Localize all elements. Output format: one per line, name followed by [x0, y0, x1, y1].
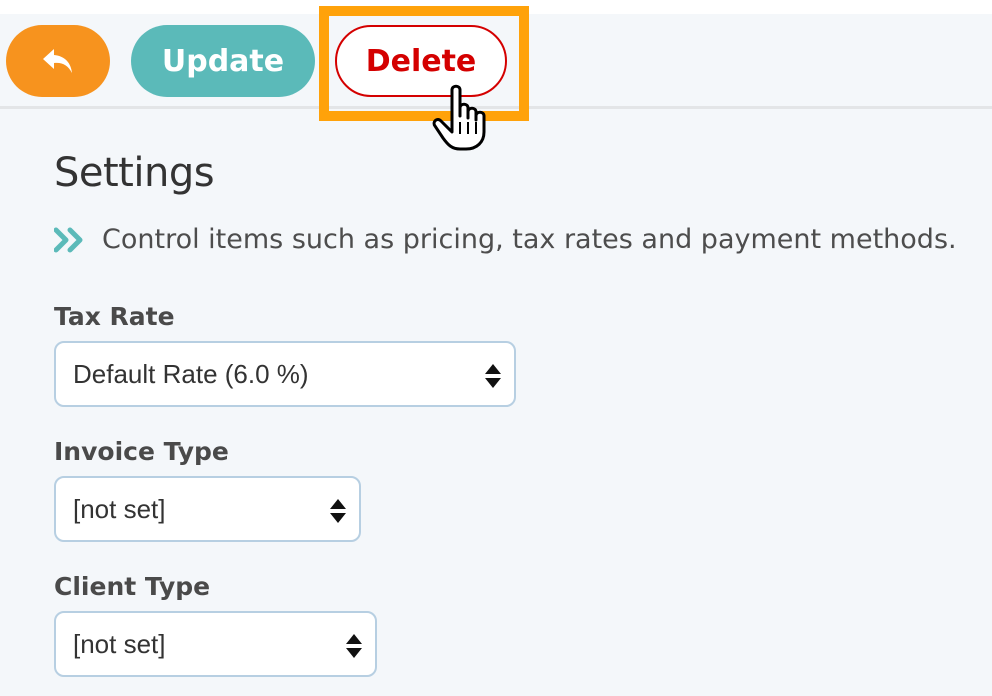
invoice-type-value: [not set] — [73, 493, 166, 524]
page-subtitle: Control items such as pricing, tax rates… — [102, 224, 957, 255]
invoice-type-select[interactable]: [not set] — [54, 476, 361, 542]
top-strip — [0, 0, 992, 14]
page-title: Settings — [54, 150, 215, 196]
sort-arrows-icon — [346, 634, 362, 658]
undo-arrow-icon — [43, 49, 72, 73]
tax-rate-value: Default Rate (6.0 %) — [73, 358, 309, 389]
tax-rate-select[interactable]: Default Rate (6.0 %) — [54, 341, 516, 407]
client-type-label: Client Type — [54, 572, 211, 601]
back-button[interactable] — [6, 25, 110, 97]
invoice-type-label: Invoice Type — [54, 437, 229, 466]
client-type-value: [not set] — [73, 628, 166, 659]
update-button[interactable]: Update — [131, 25, 315, 97]
tax-rate-label: Tax Rate — [54, 302, 175, 331]
subtitle-row: Control items such as pricing, tax rates… — [54, 224, 957, 255]
client-type-select[interactable]: [not set] — [54, 611, 377, 677]
sort-arrows-icon — [330, 499, 346, 523]
toolbar-divider — [0, 106, 992, 109]
double-chevron-right-icon — [54, 227, 83, 252]
sort-arrows-icon — [485, 364, 501, 388]
hand-pointer-icon — [432, 84, 486, 151]
